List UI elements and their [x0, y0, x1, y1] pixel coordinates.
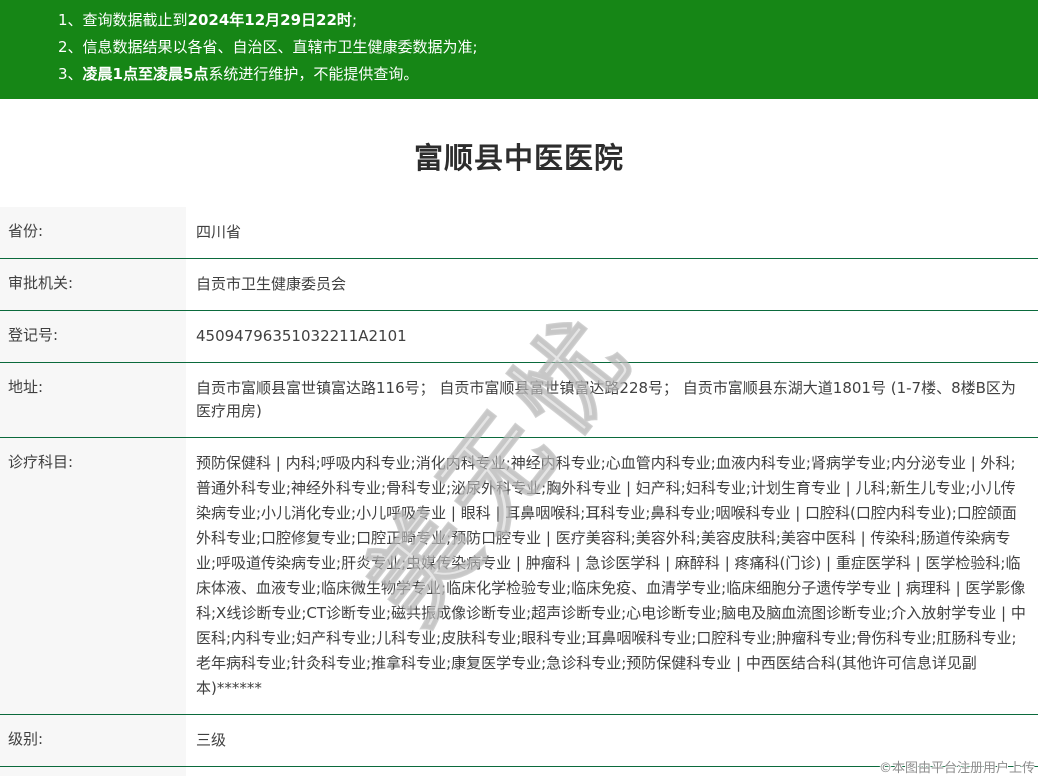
row-registration-number-label: 登记号: — [0, 311, 186, 362]
row-approval-authority-label: 审批机关: — [0, 259, 186, 310]
row-address: 地址: 自贡市富顺县富世镇富达路116号； 自贡市富顺县富世镇富达路228号； … — [0, 363, 1038, 438]
notice-line-3-bold: 凌晨1点至凌晨5点 — [82, 65, 209, 83]
row-clinical-departments: 诊疗科目: 预防保健科 | 内科;呼吸内科专业;消化内科专业;神经内科专业;心血… — [0, 438, 1038, 715]
notice-line-1-bold: 2024年12月29日22时 — [187, 11, 352, 29]
row-address-value: 自贡市富顺县富世镇富达路116号； 自贡市富顺县富世镇富达路228号； 自贡市富… — [196, 379, 1016, 420]
row-registration-number-value: 45094796351032211A2101 — [196, 327, 407, 345]
notice-line-2-num: 2、 — [58, 38, 83, 56]
row-partial-label — [0, 767, 186, 776]
row-province-label: 省份: — [0, 207, 186, 258]
notice-line-3-num: 3、 — [58, 65, 83, 83]
hospital-info-table: 省份: 四川省 审批机关: 自贡市卫生健康委员会 登记号: 4509479635… — [0, 207, 1038, 776]
notice-banner: 1、查询数据截止到2024年12月29日22时; 2、信息数据结果以各省、自治区… — [0, 0, 1038, 99]
row-clinical-departments-value: 预防保健科 | 内科;呼吸内科专业;消化内科专业;神经内科专业;心血管内科专业;… — [196, 454, 1026, 697]
uploader-credit-watermark: ©本图由平台注册用户上传 — [878, 761, 1035, 776]
notice-line-3: 3、凌晨1点至凌晨5点系统进行维护，不能提供查询。 — [58, 61, 1028, 88]
notice-line-2: 2、信息数据结果以各省、自治区、直辖市卫生健康委数据为准; — [58, 34, 1028, 61]
row-level-label: 级别: — [0, 715, 186, 766]
notice-line-3-post: 系统进行维护，不能提供查询。 — [208, 65, 419, 83]
row-province-value: 四川省 — [196, 223, 242, 241]
notice-line-1-post: ; — [351, 11, 357, 29]
row-registration-number: 登记号: 45094796351032211A2101 — [0, 311, 1038, 363]
row-approval-authority: 审批机关: 自贡市卫生健康委员会 — [0, 259, 1038, 311]
row-address-label: 地址: — [0, 363, 186, 437]
hospital-query-result-page: 1、查询数据截止到2024年12月29日22时; 2、信息数据结果以各省、自治区… — [0, 0, 1038, 779]
page-title: 富顺县中医医院 — [413, 141, 624, 175]
notice-line-1-text: 查询数据截止到 — [82, 11, 188, 29]
row-province: 省份: 四川省 — [0, 207, 1038, 259]
row-clinical-departments-label: 诊疗科目: — [0, 438, 186, 714]
notice-line-1: 1、查询数据截止到2024年12月29日22时; — [58, 7, 1028, 34]
notice-line-2-text: 信息数据结果以各省、自治区、直辖市卫生健康委数据为准; — [82, 38, 478, 56]
row-approval-authority-value: 自贡市卫生健康委员会 — [196, 275, 347, 293]
notice-line-1-num: 1、 — [58, 11, 83, 29]
